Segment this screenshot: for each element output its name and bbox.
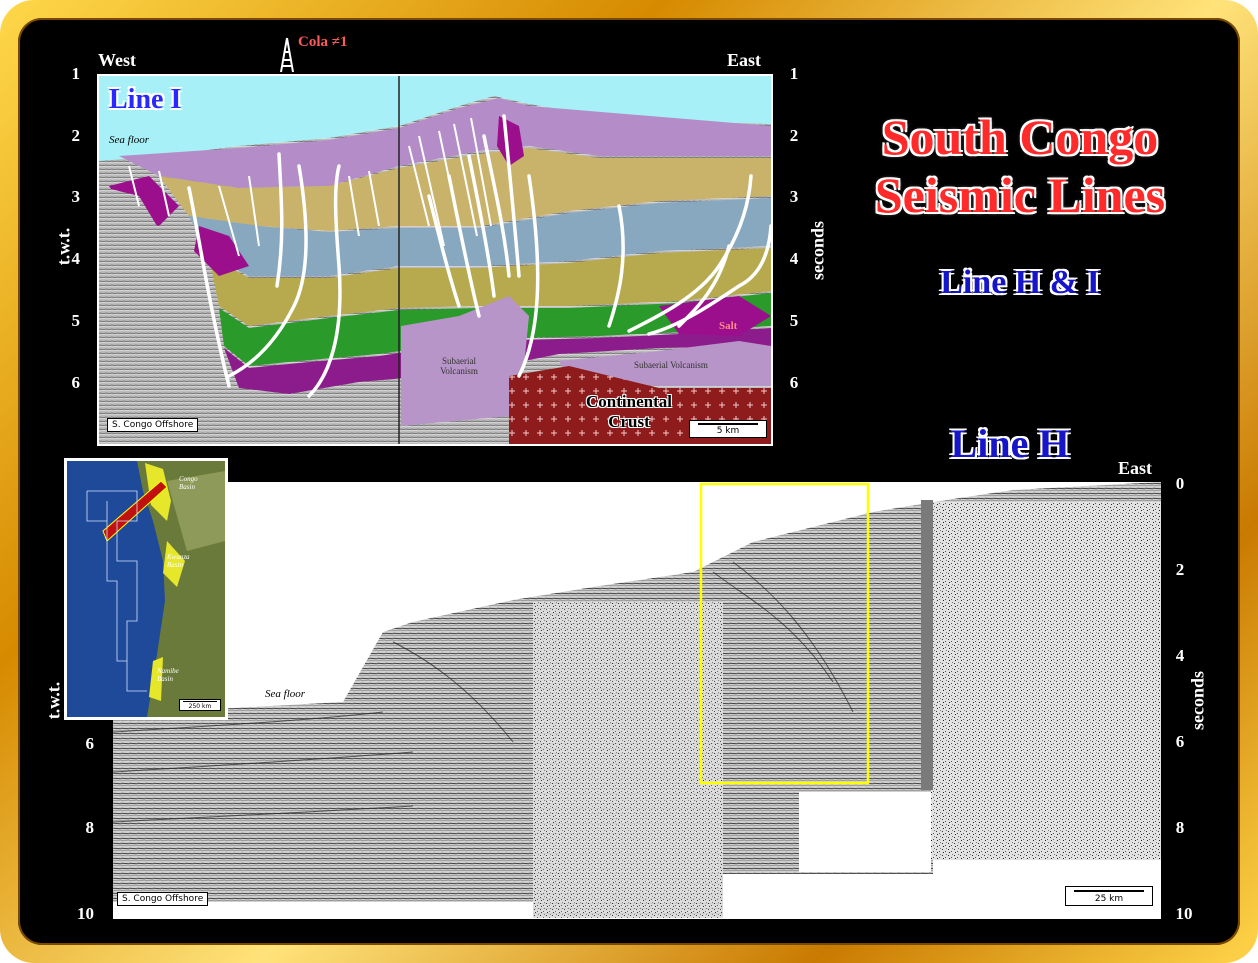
line-i-right-tick-1: 1 bbox=[789, 64, 799, 83]
line-h-scale-label: 25 km bbox=[1094, 894, 1124, 904]
map-basin-1: Congo Basin bbox=[179, 475, 198, 491]
map-scale-bar: 250 km bbox=[179, 699, 221, 711]
line-i-right-tick-3: 3 bbox=[789, 187, 799, 206]
line-h-right-tick-8: 8 bbox=[1175, 818, 1185, 837]
map-basin-3: Namibe Basin bbox=[157, 667, 179, 683]
map-scale-label: 250 km bbox=[188, 703, 212, 710]
line-i-interpretation bbox=[99, 76, 773, 444]
line-i-right-tick-2: 2 bbox=[789, 126, 799, 145]
line-i-left-tick-6: 6 bbox=[71, 373, 81, 392]
line-h-offshore-tag: S. Congo Offshore bbox=[117, 892, 209, 906]
line-i-scale-bar: 5 km bbox=[689, 420, 767, 438]
location-map-graphic bbox=[67, 461, 225, 717]
line-i-right-tick-6: 6 bbox=[789, 373, 799, 392]
line-h-right-axis-label: seconds bbox=[1187, 671, 1208, 731]
line-h-left-tick-10: 10 bbox=[77, 904, 94, 923]
title-line-2: Seismic Lines bbox=[874, 167, 1166, 223]
line-i-sea-floor-label: Sea floor bbox=[109, 134, 150, 146]
line-h-left-tick-8: 8 bbox=[85, 818, 95, 837]
location-map: Congo Basin Kwanza Basin Namibe Basin 25… bbox=[64, 458, 228, 720]
line-i-subaerial-2: Subaerial Volcanism bbox=[634, 360, 708, 370]
subtitle: Line H & I bbox=[940, 264, 1100, 301]
line-i-west-label: West bbox=[98, 50, 136, 70]
line-i-subaerial-1: Subaerial Volcanism bbox=[440, 356, 478, 376]
line-i-right-axis-label: seconds bbox=[807, 221, 828, 281]
line-i-salt-label: Salt bbox=[719, 320, 738, 332]
line-i-left-tick-1: 1 bbox=[71, 64, 81, 83]
well-derrick-icon bbox=[280, 37, 294, 73]
line-h-right-tick-2: 2 bbox=[1175, 560, 1185, 579]
line-i-right-tick-4: 4 bbox=[789, 249, 799, 268]
line-h-right-tick-10: 10 bbox=[1175, 904, 1193, 923]
line-h-seismic bbox=[112, 482, 1161, 918]
title-line-1: South Congo bbox=[881, 109, 1159, 165]
line-h-title: Line H bbox=[950, 421, 1070, 466]
line-i-crust-label-1: Continental bbox=[586, 392, 672, 411]
line-i-right-tick-5: 5 bbox=[789, 311, 799, 330]
line-h-left-axis-label: t.w.t. bbox=[43, 681, 64, 720]
well-name-label: Cola ≠1 bbox=[298, 34, 348, 50]
line-i-left-tick-5: 5 bbox=[71, 311, 81, 330]
line-i-crust-label-2: Crust bbox=[608, 412, 650, 431]
line-h-right-tick-0: 0 bbox=[1175, 474, 1185, 493]
line-h-east-label: East bbox=[1118, 458, 1153, 478]
line-i-left-axis-label: t.w.t. bbox=[53, 227, 74, 266]
line-i-offshore-tag: S. Congo Offshore bbox=[107, 418, 199, 432]
line-i-east-label: East bbox=[727, 50, 762, 70]
line-i-left-tick-3: 3 bbox=[71, 187, 81, 206]
line-h-sea-floor-label: Sea floor bbox=[265, 688, 306, 700]
line-h-section: Sea floor S. Congo Offshore 25 km bbox=[112, 482, 1161, 919]
line-h-right-tick-4: 4 bbox=[1175, 646, 1185, 665]
line-i-name-badge: Line I bbox=[109, 84, 182, 115]
line-h-scale-bar: 25 km bbox=[1065, 886, 1153, 906]
line-i-section: Line I Sea floor Salt Subaerial Volcanis… bbox=[97, 74, 773, 446]
line-h-right-tick-6: 6 bbox=[1175, 732, 1185, 751]
map-basin-2: Kwanza Basin bbox=[167, 553, 190, 569]
line-i-scale-label: 5 km bbox=[716, 426, 740, 436]
line-i-left-tick-2: 2 bbox=[71, 126, 81, 145]
line-h-left-tick-6: 6 bbox=[85, 734, 95, 753]
